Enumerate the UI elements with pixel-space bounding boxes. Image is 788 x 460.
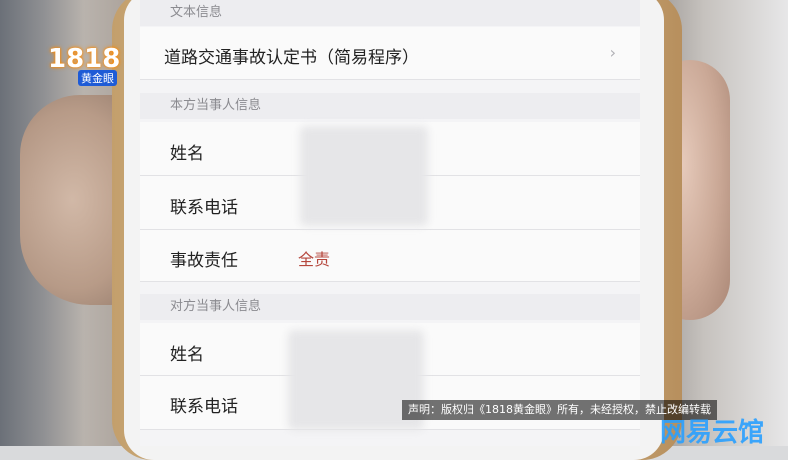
chevron-right-icon: › xyxy=(609,43,616,62)
other-phone-label: 联系电话 xyxy=(170,397,238,417)
logo-tag: 黄金眼 xyxy=(78,70,117,86)
section-header-other-party: 对方当事人信息 xyxy=(140,294,640,320)
responsibility-value: 全责 xyxy=(298,250,331,269)
tv-station-logo: 1818 黄金眼 xyxy=(48,44,120,88)
watermark: 网易云馆 xyxy=(660,418,765,448)
own-name-label: 姓名 xyxy=(170,144,204,164)
blurred-personal-info xyxy=(300,126,428,226)
own-phone-label: 联系电话 xyxy=(170,198,238,218)
own-responsibility-row: 事故责任 全责 xyxy=(140,230,640,282)
section-header-own-party: 本方当事人信息 xyxy=(140,93,640,119)
accident-certificate-row[interactable]: 道路交通事故认定书（简易程序） › xyxy=(140,27,640,80)
other-name-label: 姓名 xyxy=(170,345,204,365)
accident-certificate-label: 道路交通事故认定书（简易程序） xyxy=(164,48,419,68)
section-header-document: 文本信息 xyxy=(140,0,640,26)
phone-screen: 文本信息 道路交通事故认定书（简易程序） › 本方当事人信息 姓名 联系电话 事… xyxy=(140,0,640,446)
own-responsibility-label: 事故责任 xyxy=(170,251,238,271)
